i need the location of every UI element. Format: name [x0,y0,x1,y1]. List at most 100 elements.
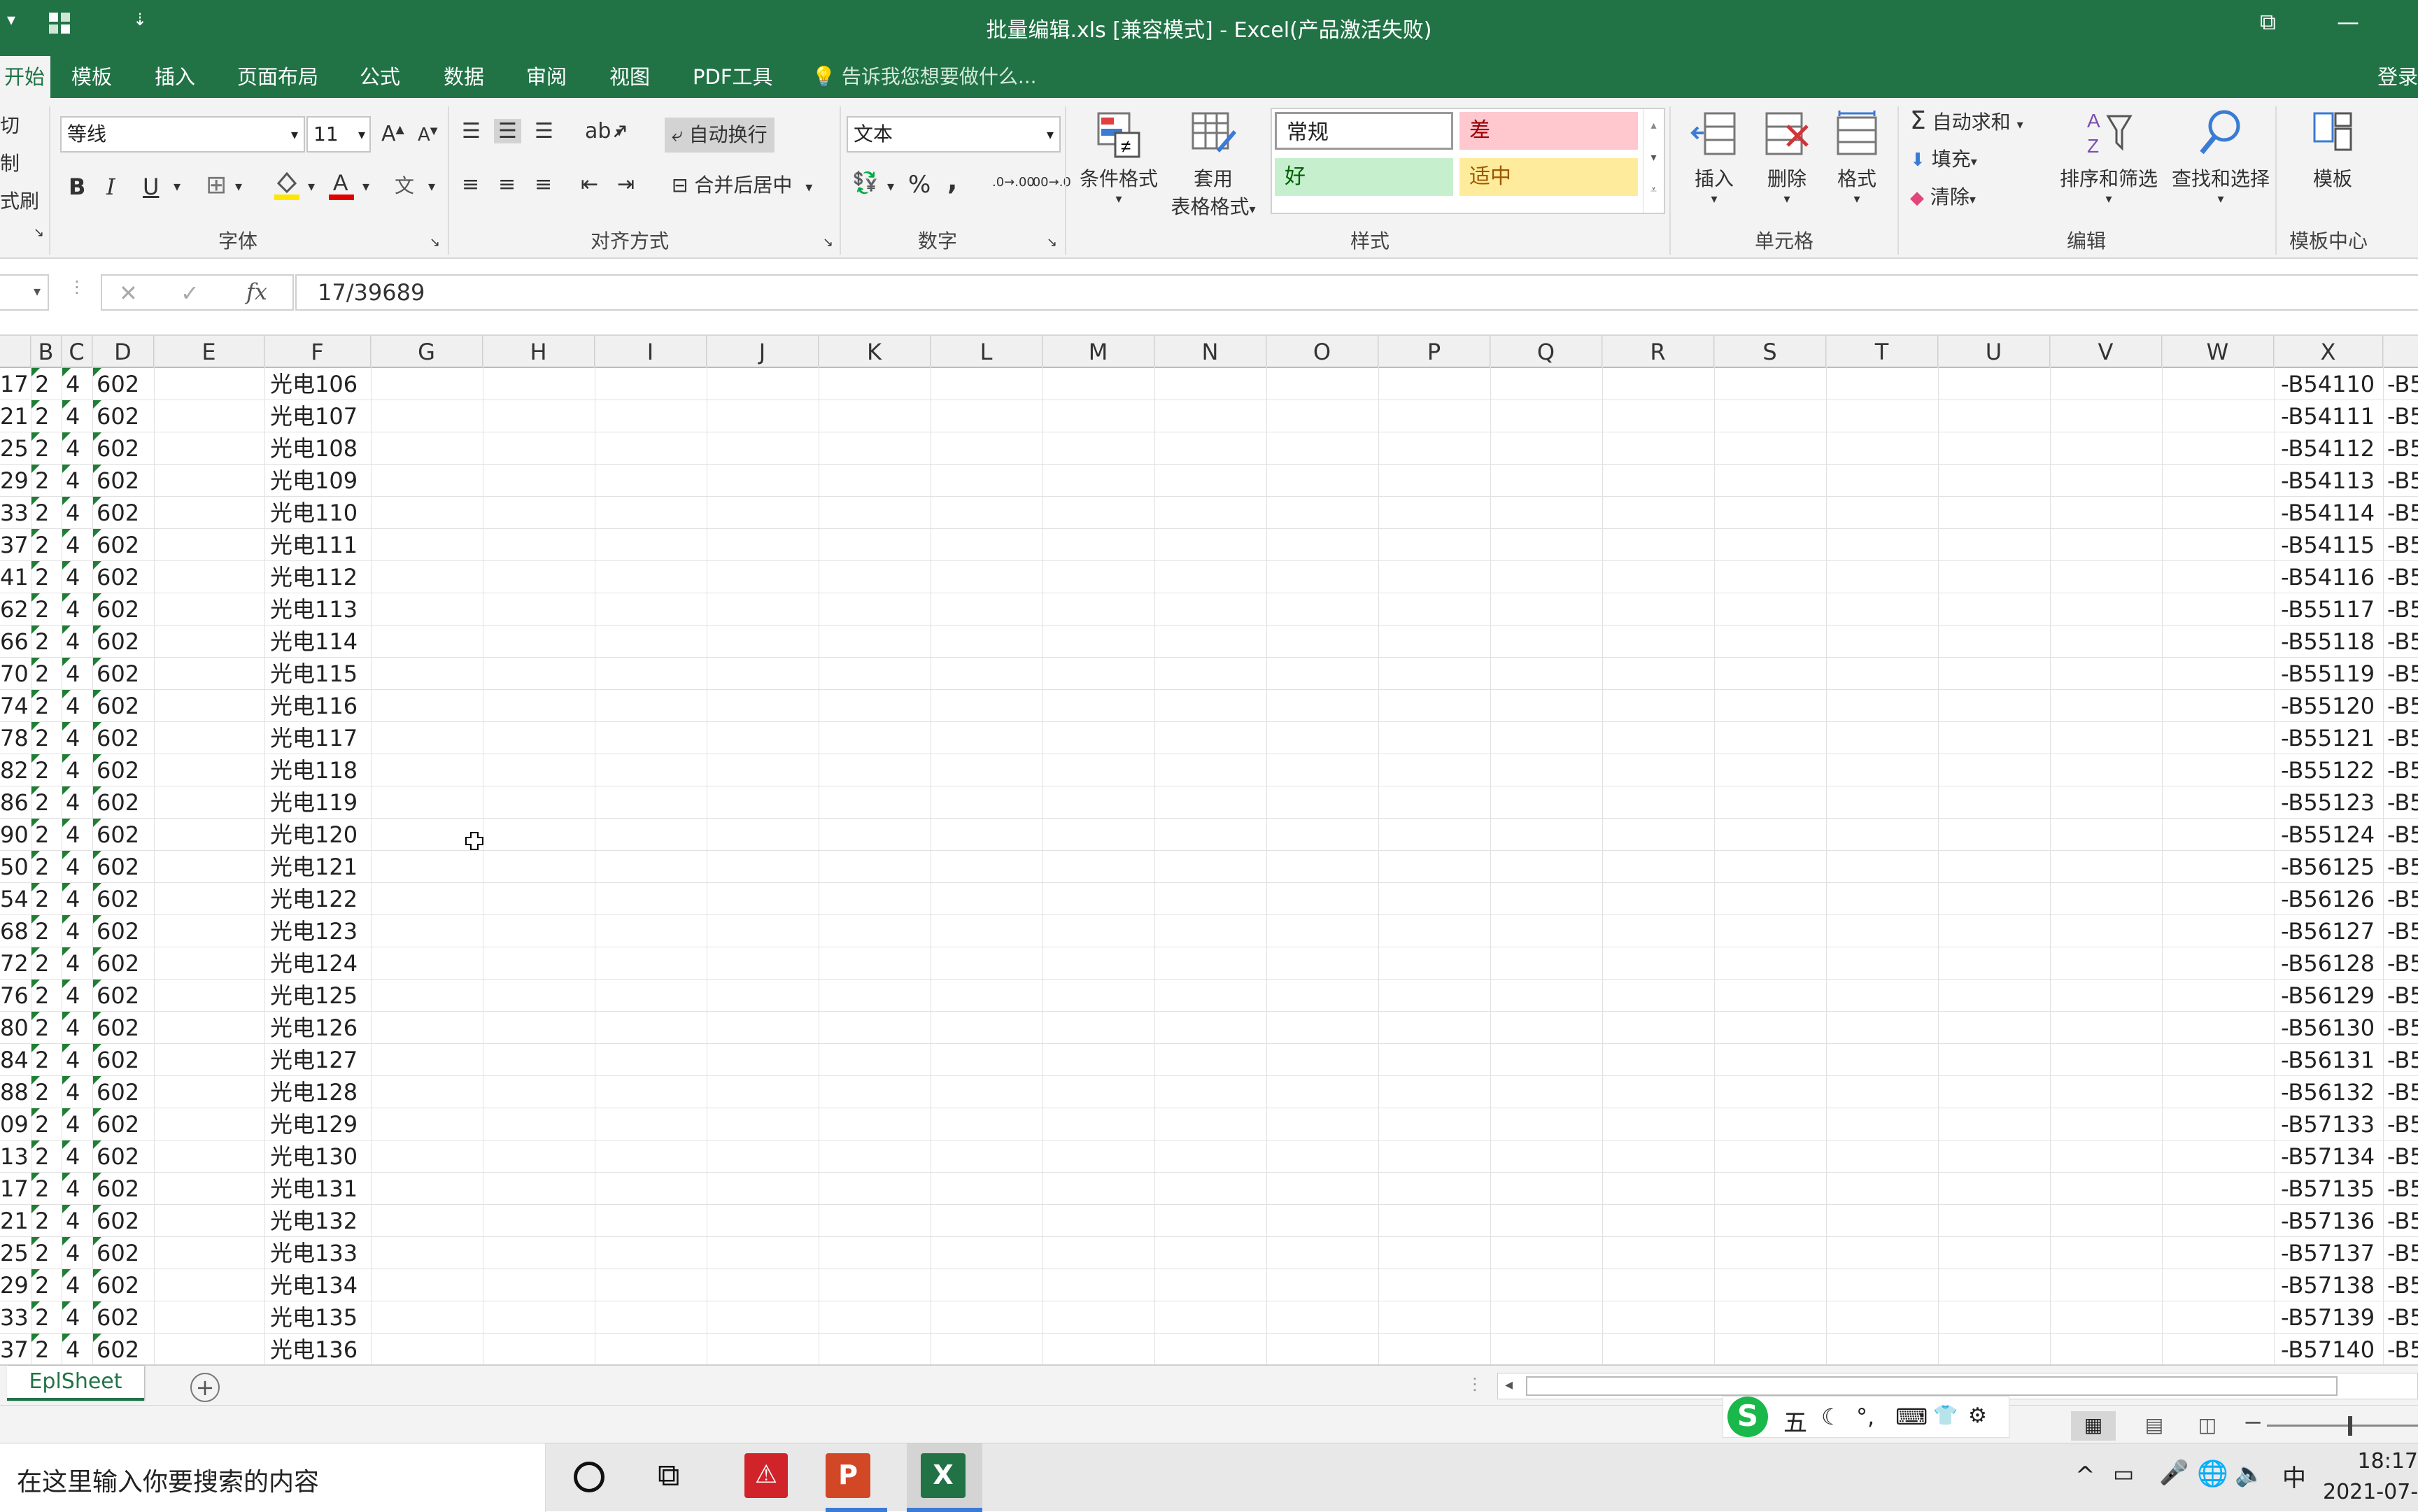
scroll-thumb[interactable] [1526,1376,2338,1396]
table-cell[interactable]: -B5 [2383,1108,2418,1140]
ime-wubi-icon[interactable]: 五 [1783,1404,1807,1438]
table-cell[interactable]: 光电126 [264,1012,371,1044]
excel-taskbar-button[interactable]: X [907,1443,982,1512]
shrink-font-icon[interactable]: A▼ [418,125,438,146]
table-cell[interactable]: -B5 [2383,1140,2418,1173]
fill-button[interactable]: ⬇ 填充▾ [1910,144,1977,172]
table-cell[interactable]: -B57138 [2274,1269,2383,1301]
ime-punctuation-icon[interactable]: °, [1856,1404,1874,1430]
format-cells-button[interactable]: 格式 ▾ [1822,109,1892,206]
table-cell[interactable]: 602 [92,400,154,432]
increase-indent-icon[interactable]: ⇥ [617,172,635,197]
table-cell[interactable]: -B57136 [2274,1205,2383,1237]
align-top-icon[interactable]: ☰ [462,119,481,143]
autosum-button[interactable]: Σ 自动求和 ▾ [1910,106,2023,135]
table-cell[interactable]: -B56129 [2274,980,2383,1012]
number-format-select[interactable]: 文本 ▾ [847,116,1061,153]
table-cell[interactable]: 29 [0,465,29,497]
volume-icon[interactable]: 🔈 [2235,1460,2264,1488]
table-cell[interactable]: -B55118 [2274,626,2383,658]
tab-templates[interactable]: 模板 [67,56,116,98]
column-header[interactable]: F [264,336,371,368]
table-cell[interactable]: 80 [0,1012,29,1044]
table-cell[interactable]: -B5 [2383,658,2418,690]
table-cell[interactable]: 602 [92,593,154,626]
table-cell[interactable]: -B57134 [2274,1140,2383,1173]
table-cell[interactable]: 光电135 [264,1301,371,1334]
table-cell[interactable]: 602 [92,432,154,465]
table-cell[interactable]: -B5 [2383,1173,2418,1205]
battery-icon[interactable]: ▭ [2113,1460,2134,1487]
table-cell[interactable]: -B5 [2383,915,2418,947]
sort-filter-button[interactable]: AZ 排序和筛选 ▾ [2053,106,2165,206]
column-header[interactable]: N [1154,336,1266,368]
table-cell[interactable]: 17 [0,368,29,400]
number-launcher-icon[interactable]: ↘ [1047,235,1057,250]
powerpoint-icon[interactable]: P [826,1453,870,1498]
table-cell[interactable]: -B56128 [2274,947,2383,980]
chevron-down-icon[interactable]: ▾ [616,123,623,140]
cortana-icon[interactable] [574,1462,604,1492]
table-cell[interactable]: 50 [0,851,29,883]
table-cell[interactable]: 602 [92,786,154,819]
table-cell[interactable]: -B5 [2383,1301,2418,1334]
comma-style-button[interactable]: , [947,165,957,196]
table-cell[interactable]: 72 [0,947,29,980]
align-right-icon[interactable]: ≡ [535,172,552,197]
decrease-indent-icon[interactable]: ⇤ [581,172,598,197]
table-cell[interactable]: 光电112 [264,561,371,593]
table-cell[interactable]: -B57139 [2274,1301,2383,1334]
cancel-edit-icon[interactable]: ✕ [119,280,138,306]
table-cell[interactable]: -B5 [2383,465,2418,497]
table-cell[interactable]: 602 [92,722,154,754]
chevron-down-icon[interactable]: ▾ [235,178,242,195]
table-cell[interactable]: 602 [92,754,154,786]
table-cell[interactable]: 25 [0,432,29,465]
column-header[interactable]: P [1378,336,1490,368]
tab-view[interactable]: 视图 [605,56,654,98]
column-header-y[interactable] [2383,336,2418,368]
table-cell[interactable]: -B5 [2383,368,2418,400]
zoom-slider-thumb[interactable] [2348,1416,2352,1436]
table-cell[interactable]: -B5 [2383,1076,2418,1108]
table-cell[interactable]: -B54112 [2274,432,2383,465]
table-cell[interactable]: 光电111 [264,529,371,561]
fill-color-icon[interactable] [273,168,301,205]
taskbar-app-red-icon[interactable]: ⚠ [744,1453,788,1498]
column-header[interactable]: H [483,336,595,368]
find-select-button[interactable]: 查找和选择 ▾ [2165,106,2277,206]
grow-font-icon[interactable]: A▲ [381,122,404,146]
table-cell[interactable]: -B57133 [2274,1108,2383,1140]
tab-data[interactable]: 数据 [439,56,488,98]
column-header[interactable]: W [2162,336,2274,368]
zoom-out-icon[interactable]: − [2243,1408,2263,1436]
table-cell[interactable]: 68 [0,915,29,947]
tell-me-box[interactable]: 💡 告诉我您想要做什么... [812,56,1037,98]
ime-skin-icon[interactable]: 👕 [1933,1404,1958,1427]
align-bottom-icon[interactable]: ☰ [535,119,553,143]
table-cell[interactable]: -B54113 [2274,465,2383,497]
table-cell[interactable]: -B5 [2383,497,2418,529]
column-header[interactable]: S [1714,336,1826,368]
style-good[interactable]: 好 [1275,158,1453,196]
table-cell[interactable]: 33 [0,1301,29,1334]
table-cell[interactable]: 602 [92,851,154,883]
column-header[interactable]: R [1602,336,1714,368]
column-header[interactable]: U [1938,336,2050,368]
percent-style-button[interactable]: % [908,171,931,199]
table-cell[interactable]: -B5 [2383,722,2418,754]
table-cell[interactable]: 90 [0,819,29,851]
wrap-text-button[interactable]: ⤶ 自动换行 [665,118,775,153]
column-header[interactable]: J [707,336,819,368]
sheet-tab-eplsheet[interactable]: EplSheet [7,1366,144,1401]
table-cell[interactable]: 光电133 [264,1237,371,1269]
table-cell[interactable]: 光电131 [264,1173,371,1205]
column-header[interactable]: V [2050,336,2162,368]
align-left-icon[interactable]: ≡ [462,172,479,197]
chevron-down-icon[interactable]: ▾ [887,178,894,195]
table-cell[interactable]: -B54111 [2274,400,2383,432]
table-cell[interactable]: 光电107 [264,400,371,432]
table-cell[interactable]: -B56132 [2274,1076,2383,1108]
worksheet-grid[interactable]: B C D E F G H I J K L M N O P Q R S T U … [0,336,2418,1364]
table-cell[interactable]: -B5 [2383,754,2418,786]
